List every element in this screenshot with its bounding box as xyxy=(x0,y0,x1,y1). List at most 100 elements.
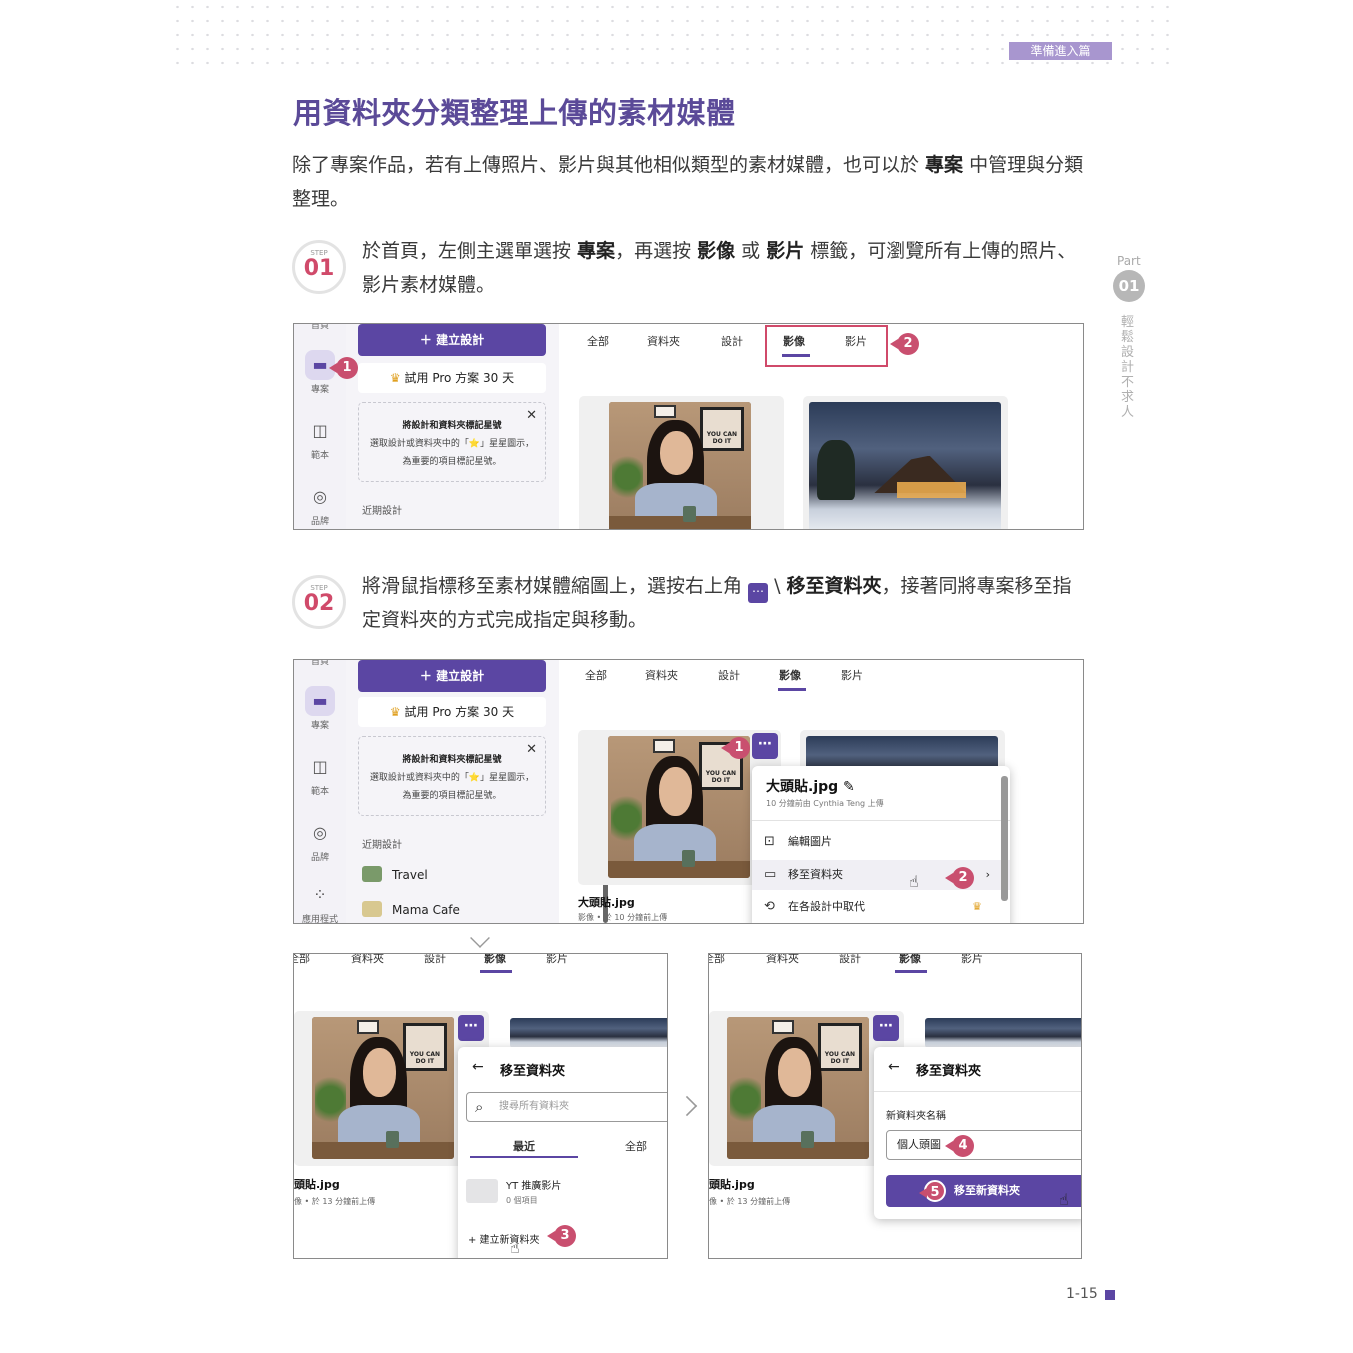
recent-item-travel[interactable]: Travel xyxy=(362,866,428,882)
tab-images[interactable]: 影像 xyxy=(779,667,801,683)
cabin-image xyxy=(510,1018,667,1048)
tab-all[interactable]: 全部 xyxy=(294,954,310,966)
file-name: 頭貼.jpg xyxy=(709,1178,755,1191)
create-new-folder-link[interactable]: + 建立新資料夾 xyxy=(468,1231,540,1246)
tab-all-folders[interactable]: 全部 xyxy=(625,1138,647,1154)
more-options-button[interactable]: ⋯ xyxy=(873,1015,899,1041)
marker-4: 4 xyxy=(945,1135,974,1157)
crown-icon: ♛ xyxy=(389,705,401,719)
close-icon[interactable]: ✕ xyxy=(526,407,537,425)
sidebar-item-projects[interactable]: ▬ 專案 xyxy=(294,686,346,731)
chevron-right-icon: › xyxy=(985,868,990,881)
marker-3: 3 xyxy=(547,1225,576,1247)
folder-name[interactable]: YT 推廣影片 xyxy=(506,1177,561,1192)
tab-designs[interactable]: 設計 xyxy=(718,667,740,683)
tab-images[interactable]: 影像 xyxy=(484,954,506,966)
step-01-badge: STEP 01 xyxy=(292,240,346,294)
folder-icon: ▬ xyxy=(305,686,335,716)
part-number: 01 xyxy=(1113,270,1145,302)
tab-all[interactable]: 全部 xyxy=(585,667,607,683)
active-tab-indicator xyxy=(480,970,512,973)
side-panel: ＋ 建立設計 ♛ 試用 Pro 方案 30 天 ✕ 將設計和資料夾標記星號 選取… xyxy=(346,324,608,529)
intro-bold: 專案 xyxy=(925,154,964,176)
sidebar: 首頁 ▬ 專案 ◫ 範本 ◎ 品牌 ⁘ 應用程式 xyxy=(294,660,346,923)
folder-icon xyxy=(466,1179,498,1203)
tab-designs[interactable]: 設計 xyxy=(839,954,861,966)
back-arrow-icon[interactable]: ← xyxy=(472,1059,484,1075)
image-card-cabin[interactable] xyxy=(803,396,1008,529)
folder-outline-icon: ▭ xyxy=(764,867,777,882)
chevron-right-icon xyxy=(676,1095,698,1117)
section-tag: 準備進入篇 xyxy=(1009,42,1112,60)
portrait-image: YOU CAN DO IT xyxy=(312,1017,454,1159)
tab-folders[interactable]: 資料夾 xyxy=(351,954,384,966)
new-folder-panel: ← 移至資料夾 新資料夾名稱 個人頭圖 移至新資料夾 xyxy=(874,1047,1081,1219)
tab-folders[interactable]: 資料夾 xyxy=(647,333,680,349)
page-number: 1-15 xyxy=(1066,1286,1098,1302)
folder-name-input[interactable]: 個人頭圖 xyxy=(886,1130,1081,1160)
pencil-icon: ✎ xyxy=(843,779,855,795)
menu-item-replace[interactable]: ⟲ 在各設計中取代 ♛ xyxy=(752,892,1010,922)
recent-item-mama-cafe[interactable]: Mama Cafe xyxy=(362,901,460,917)
create-design-button[interactable]: ＋ 建立設計 xyxy=(358,660,546,692)
tab-folders[interactable]: 資料夾 xyxy=(645,667,678,683)
tab-videos[interactable]: 影片 xyxy=(546,954,568,966)
tab-videos[interactable]: 影片 xyxy=(841,667,863,683)
file-meta: 像 • 於 13 分鐘前上傳 xyxy=(294,1197,376,1206)
tab-images[interactable]: 影像 xyxy=(899,954,921,966)
recent-heading: 近期設計 xyxy=(362,840,402,851)
crown-icon: ♛ xyxy=(972,900,982,913)
image-card-portrait[interactable]: YOU CAN DO IT xyxy=(579,396,784,529)
crown-icon: ♛ xyxy=(389,371,401,385)
intro-text-1: 除了專案作品，若有上傳照片、影片與其他相似類型的素材媒體，也可以於 xyxy=(292,154,926,176)
portrait-image: YOU CAN DO IT xyxy=(609,402,751,529)
tab-designs[interactable]: 設計 xyxy=(721,333,743,349)
back-arrow-icon[interactable]: ← xyxy=(888,1059,900,1075)
more-options-icon: ⋯ xyxy=(748,583,769,603)
replace-icon: ⟲ xyxy=(764,899,775,914)
sidebar-item-templates[interactable]: ◫ 範本 xyxy=(294,752,346,797)
create-design-button[interactable]: ＋ 建立設計 xyxy=(358,324,546,356)
sidebar-item-brand[interactable]: ◎ 品牌 xyxy=(294,818,346,863)
pro-trial-button[interactable]: ♛ 試用 Pro 方案 30 天 xyxy=(358,697,546,727)
move-to-new-folder-button[interactable]: 移至新資料夾 xyxy=(886,1175,1081,1207)
more-options-button[interactable]: ⋯ xyxy=(458,1015,484,1041)
part-label: Part xyxy=(1117,254,1141,268)
tab-videos[interactable]: 影片 xyxy=(961,954,983,966)
tab-designs[interactable]: 設計 xyxy=(424,954,446,966)
image-card-portrait[interactable]: YOU CAN DO IT xyxy=(578,730,781,885)
marker-2: 2 xyxy=(945,867,974,889)
active-tab-indicator xyxy=(895,970,927,973)
tab-all[interactable]: 全部 xyxy=(709,954,725,966)
pro-trial-button[interactable]: ♛ 試用 Pro 方案 30 天 xyxy=(358,363,546,393)
template-icon: ◫ xyxy=(312,421,328,440)
sidebar-item-templates[interactable]: ◫ 範本 xyxy=(294,416,346,461)
hand-cursor-icon: ☝ xyxy=(510,1238,520,1257)
tab-folders[interactable]: 資料夾 xyxy=(766,954,799,966)
folder-search-input[interactable]: ⌕ 搜尋所有資料夾 xyxy=(466,1092,667,1122)
file-meta: 像 • 於 13 分鐘前上傳 xyxy=(709,1197,791,1206)
sidebar-item-home[interactable]: 首頁 xyxy=(294,324,346,331)
sidebar-item-brand[interactable]: ◎ 品牌 xyxy=(294,482,346,527)
menu-scrollbar[interactable] xyxy=(1001,776,1008,901)
sidebar-item-apps[interactable]: ⁘ 應用程式 xyxy=(294,880,346,923)
tabs-highlight-box xyxy=(765,325,888,367)
portrait-image: YOU CAN DO IT xyxy=(608,736,750,878)
file-name: 大頭貼.jpg xyxy=(578,896,635,909)
sidebar-item-home[interactable]: 首頁 xyxy=(294,660,346,667)
field-label: 新資料夾名稱 xyxy=(886,1111,946,1122)
recent-heading: 近期設計 xyxy=(362,506,402,517)
more-options-button[interactable]: ⋯ xyxy=(752,733,778,759)
hand-cursor-icon: ☝ xyxy=(1059,1190,1069,1209)
menu-item-edit-image[interactable]: ⊡ 編輯圖片 xyxy=(752,827,1010,857)
marker-1: 1 xyxy=(721,737,750,759)
step-01-text: 於首頁，左側主選單選按 專案，再選按 影像 或 影片 標籤，可瀏覽所有上傳的照片… xyxy=(362,240,1077,296)
tab-recent[interactable]: 最近 xyxy=(513,1138,535,1154)
star-tip-box: ✕ 將設計和資料夾標記星號 選取設計或資料夾中的「⭐」星星圖示， 為重要的項目標… xyxy=(358,736,546,816)
tab-all[interactable]: 全部 xyxy=(587,333,609,349)
active-tab-indicator xyxy=(778,688,806,691)
cabin-image xyxy=(809,402,1001,529)
menu-file-title: 大頭貼.jpg ✎ xyxy=(766,779,855,795)
close-icon[interactable]: ✕ xyxy=(526,741,537,759)
hand-cursor-icon: ☝ xyxy=(909,872,919,891)
